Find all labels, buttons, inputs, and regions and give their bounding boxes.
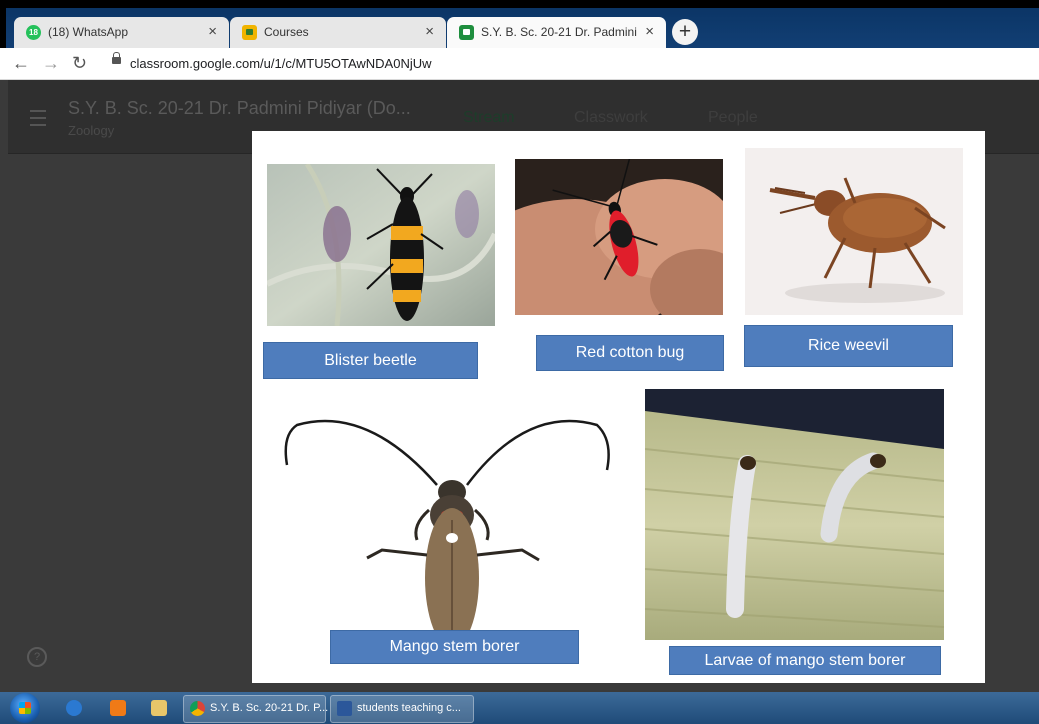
classroom-icon xyxy=(242,25,257,40)
close-icon[interactable]: × xyxy=(208,23,217,40)
tab-class-active[interactable]: S.Y. B. Sc. 20-21 Dr. Padmini Pidiy × xyxy=(447,17,666,48)
tab-whatsapp[interactable]: 18 (18) WhatsApp × xyxy=(14,17,229,48)
caption-red-cotton-bug: Red cotton bug xyxy=(536,335,724,371)
taskbar-chrome-window[interactable]: S.Y. B. Sc. 20-21 Dr. P... xyxy=(183,695,329,723)
red-cotton-bug-photo xyxy=(515,159,723,315)
tab-courses[interactable]: Courses × xyxy=(230,17,446,48)
help-icon[interactable]: ? xyxy=(27,647,47,667)
classroom-class-icon xyxy=(459,25,474,40)
taskbar-button-label: students teaching c... xyxy=(357,702,461,714)
whatsapp-icon: 18 xyxy=(26,25,41,40)
caption-rice-weevil: Rice weevil xyxy=(744,325,953,367)
tab-title: S.Y. B. Sc. 20-21 Dr. Padmini Pidiy xyxy=(481,25,641,39)
rice-weevil-photo xyxy=(745,148,963,315)
class-subtitle: Zoology xyxy=(68,123,115,138)
class-title[interactable]: S.Y. B. Sc. 20-21 Dr. Padmini Pidiyar (D… xyxy=(68,98,411,119)
slide-image: Blister beetle Red cotton bug Rice weevi… xyxy=(252,131,985,683)
taskbar-word-window[interactable]: students teaching c... xyxy=(330,695,474,723)
close-icon[interactable]: × xyxy=(425,23,434,40)
tab-title: (18) WhatsApp xyxy=(48,25,129,39)
caption-blister-beetle: Blister beetle xyxy=(263,342,478,379)
forward-arrow-icon[interactable]: → xyxy=(42,53,60,74)
internet-explorer-icon[interactable] xyxy=(66,700,82,716)
mango-stem-borer-photo xyxy=(277,410,617,632)
larvae-photo xyxy=(645,389,944,640)
close-icon[interactable]: × xyxy=(645,23,654,40)
tab-stream[interactable]: Stream xyxy=(463,109,515,127)
chrome-icon xyxy=(190,701,205,716)
tab-classwork[interactable]: Classwork xyxy=(574,109,648,127)
address-bar: ← → ↻ classroom.google.com/u/1/c/MTU5OTA… xyxy=(0,48,1039,80)
blister-beetle-photo xyxy=(267,164,495,326)
taskbar-button-label: S.Y. B. Sc. 20-21 Dr. P... xyxy=(210,702,329,714)
menu-icon[interactable] xyxy=(30,110,46,126)
file-explorer-icon[interactable] xyxy=(151,700,167,716)
back-arrow-icon[interactable]: ← xyxy=(12,53,30,74)
tab-people[interactable]: People xyxy=(708,109,758,127)
browser-tab-strip: 18 (18) WhatsApp × Courses × S.Y. B. Sc.… xyxy=(6,8,1039,48)
screen: 18 (18) WhatsApp × Courses × S.Y. B. Sc.… xyxy=(0,0,1039,724)
url-field[interactable]: classroom.google.com/u/1/c/MTU5OTAwNDA0N… xyxy=(130,56,432,71)
start-button[interactable] xyxy=(10,693,40,723)
word-icon xyxy=(337,701,352,716)
media-player-icon[interactable] xyxy=(110,700,126,716)
taskbar: S.Y. B. Sc. 20-21 Dr. P... students teac… xyxy=(0,692,1039,724)
reload-icon[interactable]: ↻ xyxy=(72,53,87,74)
lock-icon xyxy=(112,52,121,64)
caption-larvae-mango-stem-borer: Larvae of mango stem borer xyxy=(669,646,941,675)
new-tab-button[interactable]: + xyxy=(672,19,698,45)
tab-title: Courses xyxy=(264,25,309,39)
caption-mango-stem-borer: Mango stem borer xyxy=(330,630,579,664)
